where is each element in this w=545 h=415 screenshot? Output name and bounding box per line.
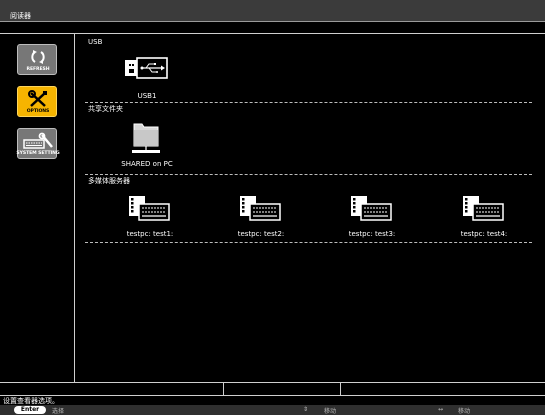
- media-section-title: 多媒体服务器: [88, 177, 130, 185]
- refresh-label: REFRESH: [26, 67, 50, 72]
- title-bar: 阅读器: [0, 0, 545, 22]
- media-server-item[interactable]: testpc: test2:: [226, 194, 296, 238]
- leftright-action-label: 移动: [458, 408, 471, 415]
- media-server-label: testpc: test2:: [237, 230, 285, 238]
- options-button[interactable]: OPTIONS: [17, 86, 57, 117]
- top-strip: [0, 22, 545, 34]
- updown-action-label: 移动: [324, 408, 337, 415]
- media-server-item[interactable]: testpc: test1:: [115, 194, 185, 238]
- key-guide: Enter 选择 ⇕ 移动 ↔ 移动: [0, 405, 545, 415]
- tools-icon: [28, 90, 47, 107]
- system-setting-label: SYSTEM SETTING: [16, 151, 60, 156]
- system-setting-icon: [23, 132, 53, 149]
- media-server-label: testpc: test4:: [460, 230, 508, 238]
- status-bar: [0, 382, 545, 396]
- updown-arrow-icon: ⇕: [303, 406, 309, 413]
- usb-drive-icon: [125, 57, 168, 79]
- usb-section-title: USB: [88, 38, 103, 46]
- media-server-item[interactable]: testpc: test3:: [337, 194, 407, 238]
- system-setting-button[interactable]: SYSTEM SETTING: [16, 128, 60, 159]
- section-divider: [85, 242, 532, 243]
- media-server-icon: [129, 196, 170, 221]
- shared-folder-item[interactable]: SHARED on PC: [112, 120, 182, 170]
- enter-key-badge: Enter: [14, 406, 46, 414]
- media-server-icon: [351, 196, 392, 221]
- usb-drive-label: USB1: [137, 92, 157, 100]
- enter-action-label: 选择: [52, 408, 65, 415]
- section-divider: [85, 102, 532, 103]
- shared-folder-label: SHARED on PC: [121, 160, 173, 168]
- usb-drive-item[interactable]: USB1: [123, 56, 171, 102]
- section-divider: [85, 174, 532, 175]
- refresh-button[interactable]: REFRESH: [17, 44, 57, 75]
- media-server-item[interactable]: testpc: test4:: [449, 194, 519, 238]
- leftright-arrow-icon: ↔: [438, 406, 444, 413]
- content-area: USB USB1 共享文件夹 SHARED on PC 多媒体服务器 testp…: [75, 34, 545, 382]
- shared-section-title: 共享文件夹: [88, 105, 123, 113]
- media-server-icon: [240, 196, 281, 221]
- refresh-icon: [31, 50, 45, 64]
- pc-folder-icon: [132, 123, 160, 153]
- media-server-label: testpc: test3:: [348, 230, 396, 238]
- media-server-icon: [463, 196, 504, 221]
- sidebar: REFRESH OPTIONS SYSTEM SETTING: [0, 34, 75, 382]
- options-label: OPTIONS: [26, 109, 50, 114]
- window-title: 阅读器: [10, 12, 31, 20]
- media-server-label: testpc: test1:: [126, 230, 174, 238]
